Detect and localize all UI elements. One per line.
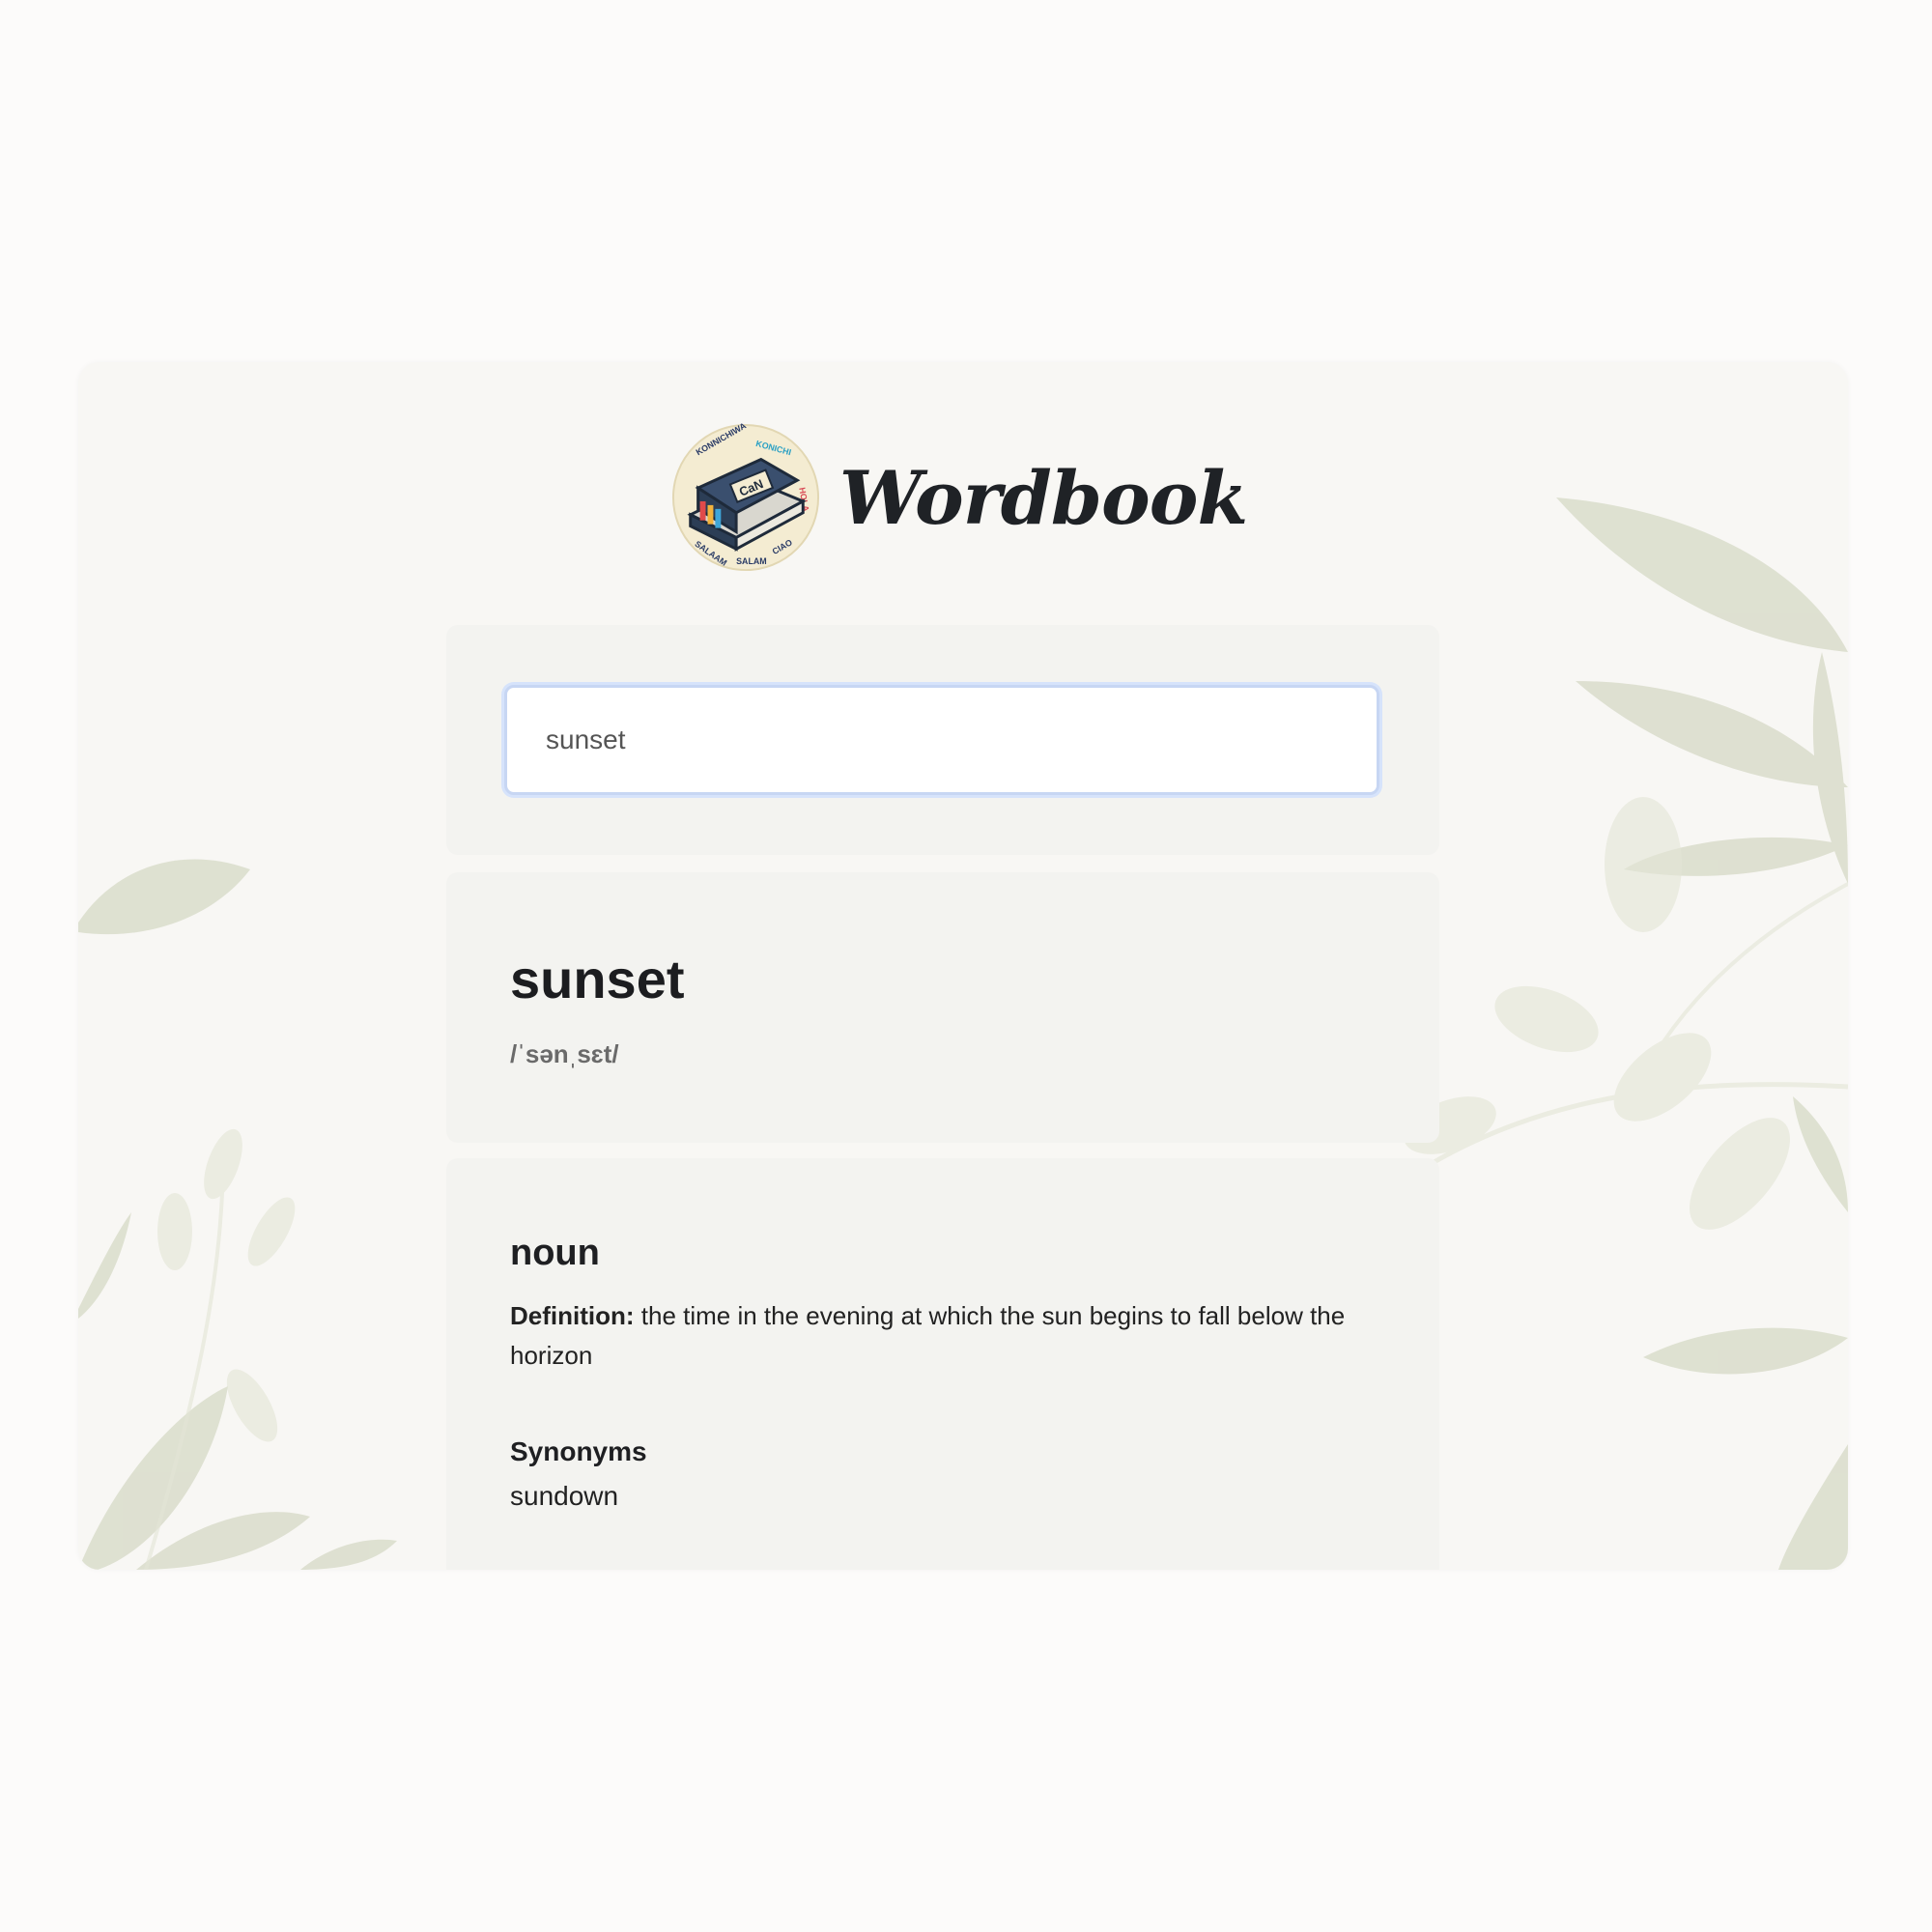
synonyms-heading: Synonyms	[510, 1436, 647, 1466]
dictionary-book-logo-icon: KONNICHIWA KONICHI SALAAM SALAM CIAO HOL…	[671, 421, 819, 572]
app-header: KONNICHIWA KONICHI SALAAM SALAM CIAO HOL…	[78, 420, 1848, 575]
brand-name: Wordbook	[838, 454, 1248, 541]
search-input[interactable]	[504, 685, 1379, 795]
phonetic-transcription: /ˈsənˌsɛt/	[510, 1039, 619, 1068]
word-title: sunset	[510, 949, 685, 1009]
brand-logo-group[interactable]: KONNICHIWA KONICHI SALAAM SALAM CIAO HOL…	[669, 421, 1248, 574]
svg-text:SALAM: SALAM	[736, 556, 767, 566]
definition-label: Definition:	[510, 1301, 635, 1330]
search-card	[446, 625, 1439, 855]
definition: Definition: the time in the evening at w…	[510, 1296, 1360, 1376]
word-header-card: sunset /ˈsənˌsɛt/	[446, 872, 1439, 1143]
synonyms-list[interactable]: sundown	[510, 1481, 618, 1512]
part-of-speech: noun	[510, 1233, 600, 1273]
definition-text: the time in the evening at which the sun…	[510, 1301, 1346, 1370]
definition-card: noun Definition: the time in the evening…	[446, 1158, 1439, 1570]
app-window: KONNICHIWA KONICHI SALAAM SALAM CIAO HOL…	[78, 362, 1848, 1570]
